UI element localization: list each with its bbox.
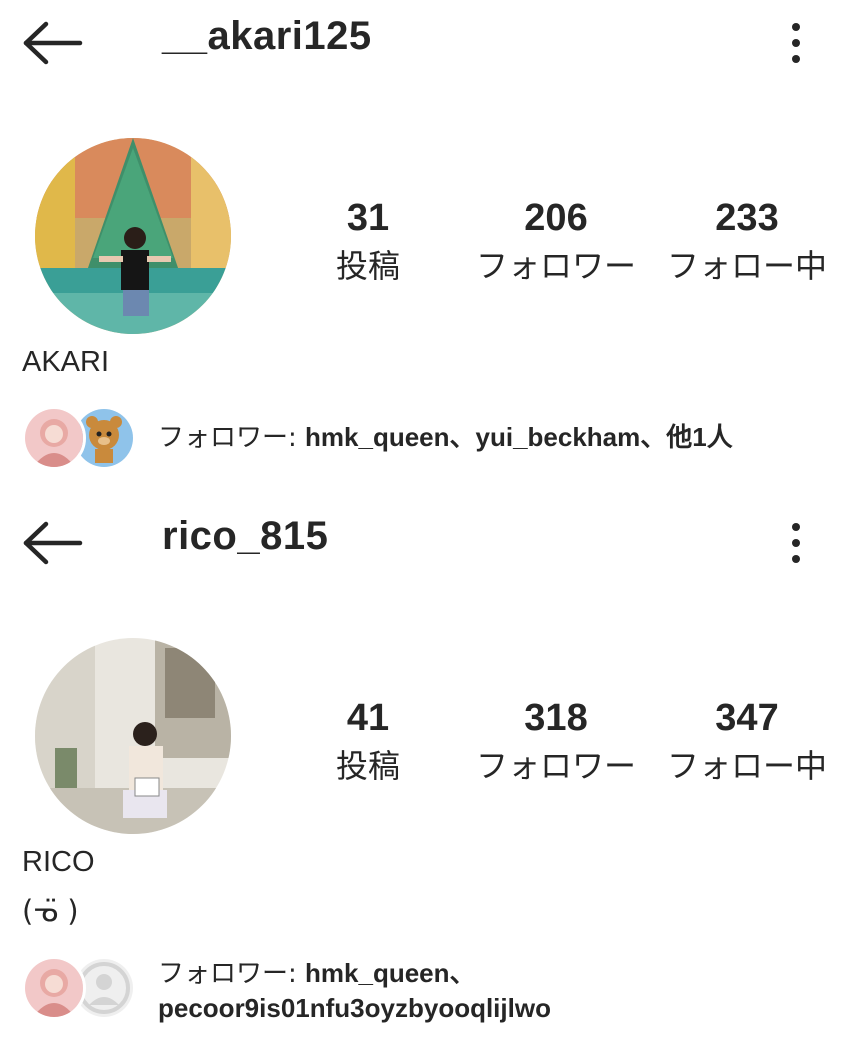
profile-rico: rico_815 41 投稿 318 フォロワー 347 フォロー中 RICO …: [0, 500, 867, 1045]
mutual-names: hmk_queen、yui_beckham、他1人: [305, 422, 733, 452]
profile-avatar[interactable]: [35, 138, 231, 334]
profile-header: rico_815: [0, 500, 867, 588]
mutual-avatar: [22, 956, 86, 1020]
mutual-prefix: フォロワー:: [158, 423, 306, 453]
following-stat[interactable]: 347 フォロー中: [652, 696, 842, 788]
profile-header: __akari125: [0, 0, 867, 88]
profile-akari: __akari125 31 投稿 206 フォロワー 233 フォロー中 AKA…: [0, 0, 867, 500]
followers-count: 206: [524, 197, 588, 239]
posts-stat: 31 投稿: [273, 196, 463, 288]
mutual-avatar: [22, 406, 86, 470]
followers-label: フォロワー: [475, 747, 636, 785]
followers-stat[interactable]: 206 フォロワー: [461, 196, 651, 288]
back-arrow-icon[interactable]: [22, 520, 84, 566]
display-name: RICO: [22, 846, 95, 878]
posts-label: 投稿: [335, 747, 400, 785]
mutual-followers-text: フォロワー: hmk_queen、yui_beckham、他1人: [158, 420, 733, 455]
bio-text: (ᓀ̈ ): [22, 894, 79, 928]
following-label: フォロー中: [666, 747, 827, 785]
mutual-followers-text: フォロワー: hmk_queen、 pecoor9is01nfu3oyzbyoo…: [158, 956, 551, 1025]
posts-label: 投稿: [335, 247, 400, 285]
following-label: フォロー中: [666, 247, 827, 285]
followers-stat[interactable]: 318 フォロワー: [461, 696, 651, 788]
mutual-followers[interactable]: フォロワー: hmk_queen、 pecoor9is01nfu3oyzbyoo…: [22, 956, 862, 1026]
mutual-names: hmk_queen、: [305, 958, 476, 988]
followers-count: 318: [524, 697, 588, 739]
more-vertical-icon[interactable]: [778, 518, 814, 568]
username: rico_815: [162, 514, 329, 558]
posts-count: 41: [346, 697, 390, 739]
following-stat[interactable]: 233 フォロー中: [652, 196, 842, 288]
mutual-followers[interactable]: フォロワー: hmk_queen、yui_beckham、他1人: [22, 406, 862, 476]
mutual-prefix: フォロワー:: [158, 959, 306, 989]
posts-stat: 41 投稿: [273, 696, 463, 788]
display-name: AKARI: [22, 346, 110, 378]
back-arrow-icon[interactable]: [22, 20, 84, 66]
posts-count: 31: [346, 197, 390, 239]
following-count: 347: [715, 697, 779, 739]
following-count: 233: [715, 197, 779, 239]
followers-label: フォロワー: [475, 247, 636, 285]
more-vertical-icon[interactable]: [778, 18, 814, 68]
username: __akari125: [162, 14, 372, 58]
profile-avatar[interactable]: [35, 638, 231, 834]
mutual-names-line2: pecoor9is01nfu3oyzbyooqlijlwo: [158, 993, 551, 1023]
